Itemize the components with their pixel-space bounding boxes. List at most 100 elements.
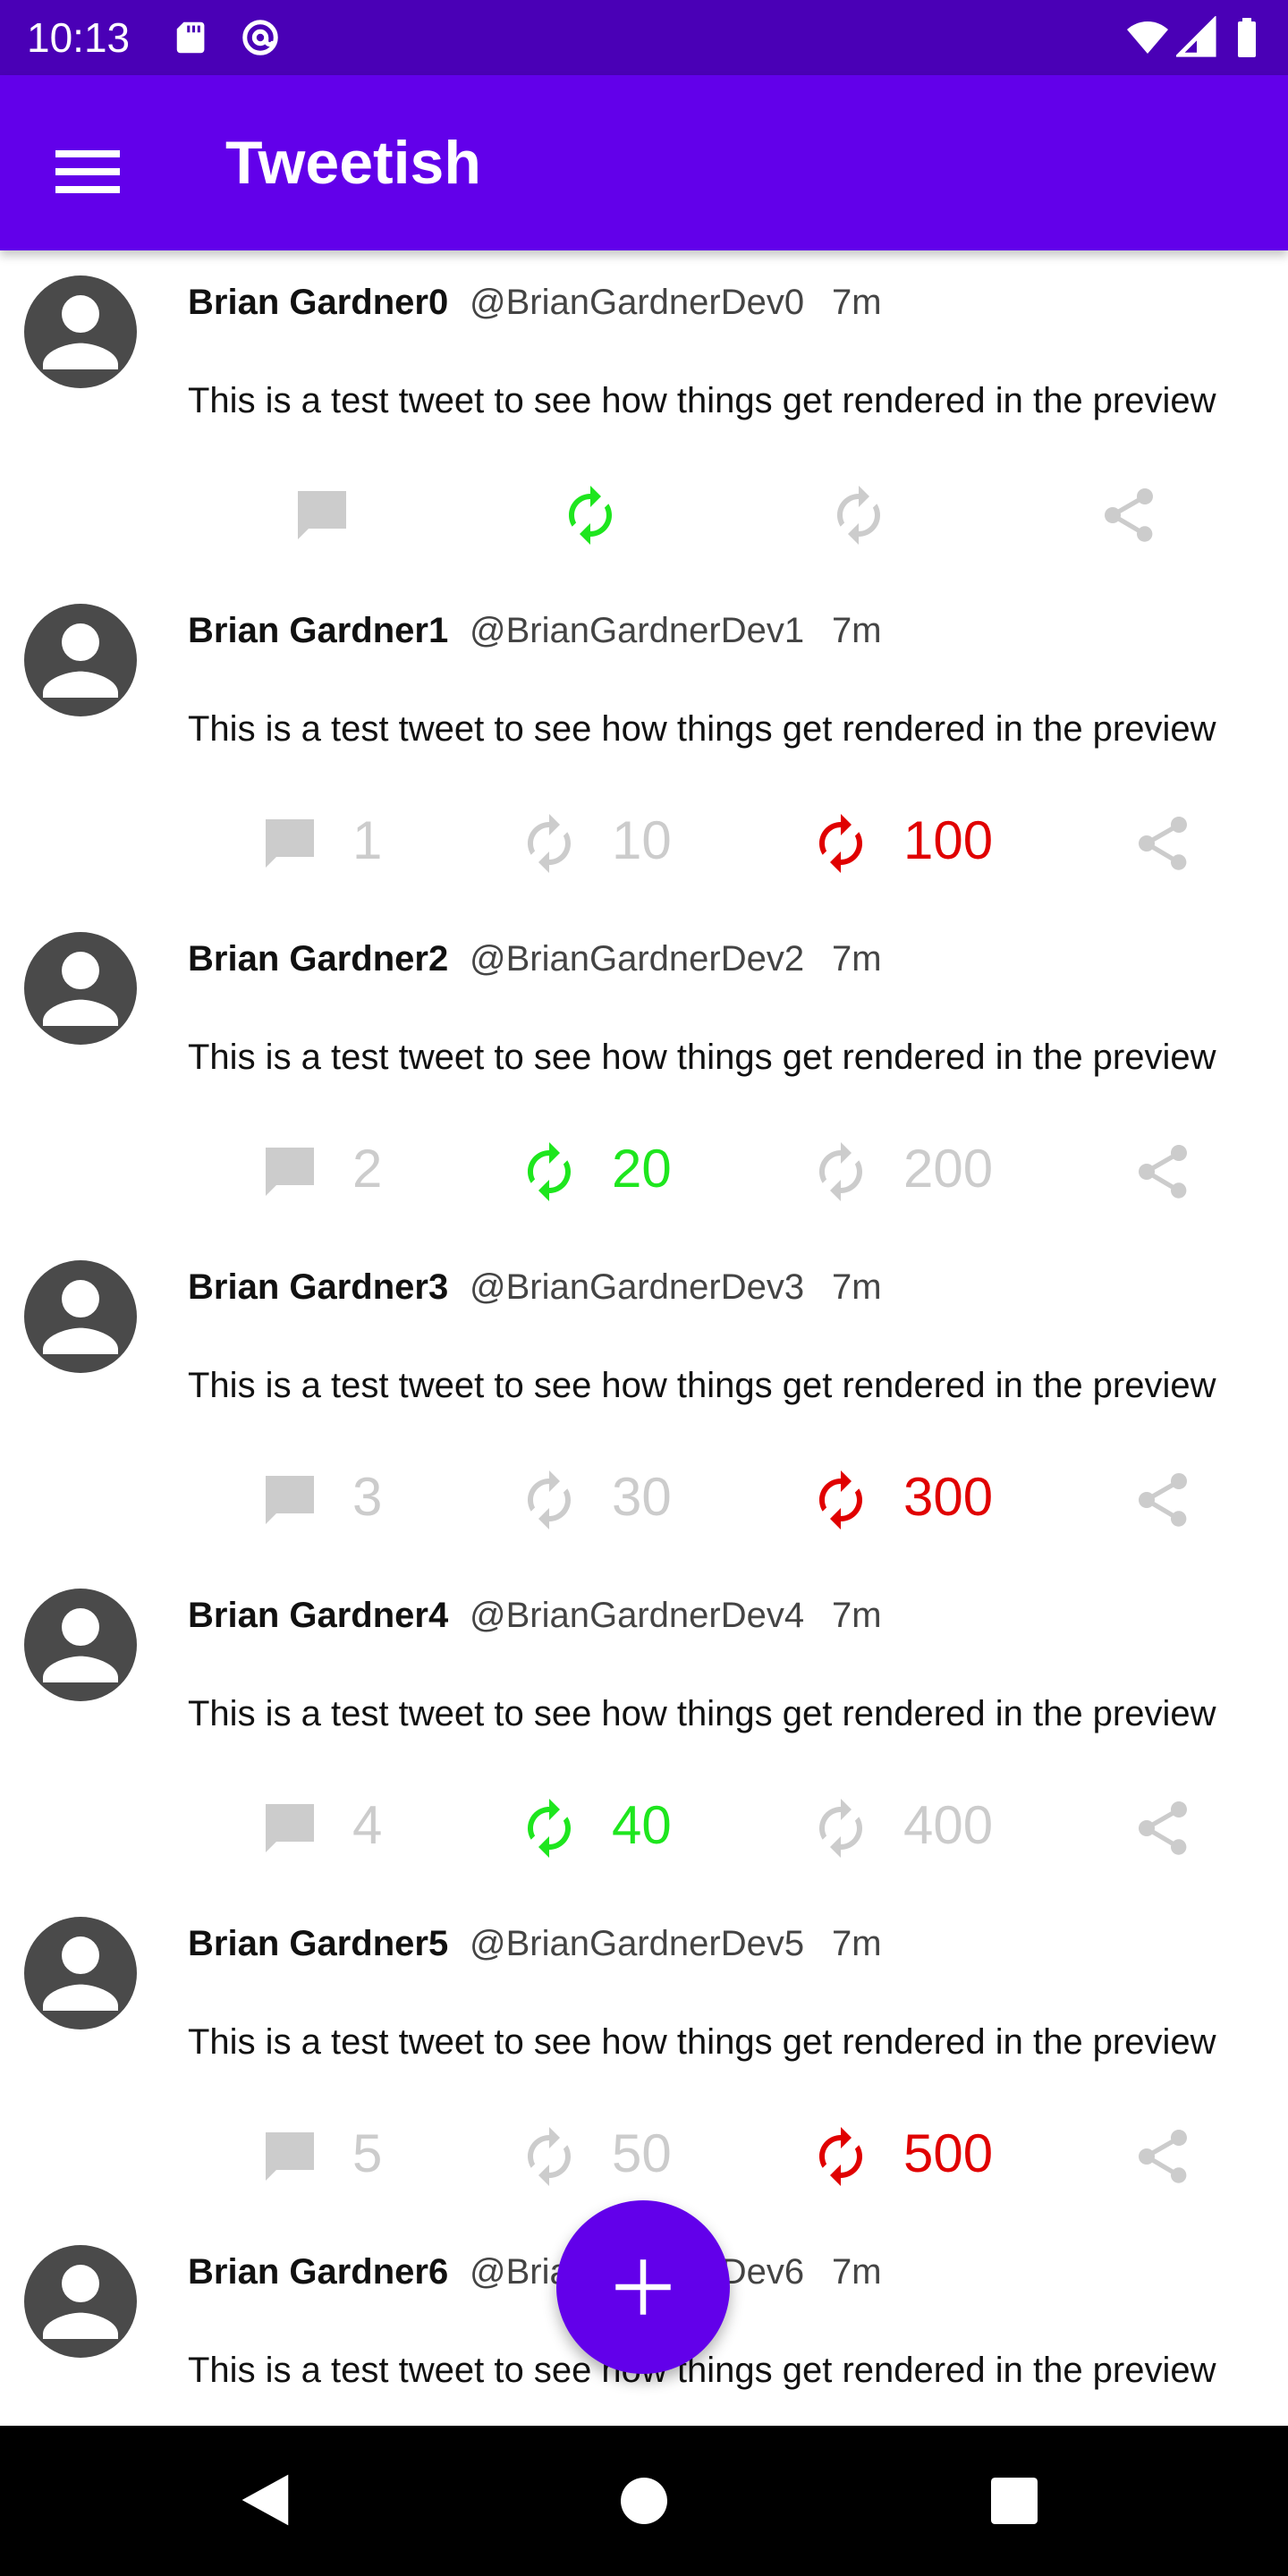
tweet-author-handle: @BrianGardnerDev4: [470, 1596, 805, 1635]
tweet-timestamp: 7m: [832, 283, 882, 322]
avatar[interactable]: [24, 1260, 137, 1373]
retweet-icon: [819, 814, 862, 873]
retweet-count: 50: [612, 2123, 672, 2183]
tweet-action-bar: 4 40 400: [0, 1778, 1288, 1868]
tweet-item[interactable]: Brian Gardner2 @BrianGardnerDev2 7m This is…: [0, 907, 1288, 1235]
compose-fab-button[interactable]: [556, 2200, 730, 2374]
retweet-icon: [528, 814, 571, 873]
tweet-timestamp: 7m: [832, 611, 882, 650]
comment-icon: [266, 1804, 314, 1852]
tweet-item[interactable]: Brian Gardner4 @BrianGardnerDev4 7m This is…: [0, 1563, 1288, 1892]
retweet-icon: [528, 1799, 571, 1858]
tweet-author-name: Brian Gardner6: [188, 2252, 449, 2292]
person-icon: [43, 952, 118, 1026]
retweet-icon: [528, 1470, 571, 1530]
tweet-feed[interactable]: Brian Gardner0 @BrianGardnerDev0 7m This is…: [0, 250, 1288, 2426]
reply-count: 4: [352, 1795, 383, 1855]
menu-icon[interactable]: [45, 129, 131, 215]
tweet-action-bar: [0, 465, 1288, 555]
comment-icon: [298, 491, 346, 539]
tweet-author-name: Brian Gardner0: [188, 283, 449, 322]
status-time: 10:13: [27, 14, 131, 61]
app-title: Tweetish: [225, 129, 481, 197]
avatar[interactable]: [24, 932, 137, 1045]
tweet-item[interactable]: Brian Gardner5 @BrianGardnerDev5 7m This is…: [0, 1892, 1288, 2220]
retweet-count: 20: [612, 1139, 672, 1199]
retweet-count: 10: [612, 810, 672, 870]
tweet-author-handle: @BrianGardnerDev5: [470, 1924, 805, 1963]
like-count: 400: [903, 1795, 994, 1855]
person-icon: [43, 295, 118, 369]
tweet-action-bar: 2 20 200: [0, 1122, 1288, 1211]
retweet-icon: [528, 1142, 571, 1201]
back-icon[interactable]: [240, 2472, 295, 2528]
person-icon: [43, 1280, 118, 1354]
tweet-author-handle: @BrianGardnerDev3: [470, 1267, 805, 1307]
share-icon: [1139, 1145, 1187, 1199]
tweet-author-handle: @BrianGardnerDev2: [470, 939, 805, 979]
like-count: 100: [903, 810, 994, 870]
like-count: 500: [903, 2123, 994, 2183]
tweet-text: This is a test tweet to see how things g…: [188, 381, 1216, 420]
home-icon[interactable]: [621, 2478, 667, 2524]
person-icon: [43, 1608, 118, 1682]
tweet-timestamp: 7m: [832, 1924, 882, 1963]
share-icon: [1139, 1473, 1187, 1527]
app-bar: Tweetish: [0, 75, 1288, 250]
comment-icon: [266, 819, 314, 868]
person-icon: [43, 623, 118, 698]
tweet-text: This is a test tweet to see how things g…: [188, 1366, 1216, 1405]
avatar[interactable]: [24, 1589, 137, 1701]
tweet-author-name: Brian Gardner4: [188, 1596, 449, 1635]
tweet-timestamp: 7m: [832, 2252, 882, 2292]
tweet-author-name: Brian Gardner2: [188, 939, 449, 979]
tweet-text: This is a test tweet to see how things g…: [188, 1694, 1216, 1733]
tweet-action-bar: 1 10 100: [0, 793, 1288, 883]
tweet-item[interactable]: Brian Gardner1 @BrianGardnerDev1 7m This is…: [0, 579, 1288, 907]
retweet-icon: [569, 486, 612, 545]
avatar[interactable]: [24, 1917, 137, 2029]
tweet-item[interactable]: Brian Gardner0 @BrianGardnerDev0 7m This is…: [0, 250, 1288, 579]
tweet-action-bar: 3 30 300: [0, 1450, 1288, 1539]
retweet-count: 30: [612, 1467, 672, 1527]
reply-count: 2: [352, 1139, 383, 1199]
avatar[interactable]: [24, 2245, 137, 2358]
retweet-icon: [528, 2127, 571, 2186]
retweet-count: 40: [612, 1795, 672, 1855]
retweet-icon: [819, 1799, 862, 1858]
comment-icon: [266, 1148, 314, 1196]
retweet-icon: [819, 1470, 862, 1530]
tweet-author-name: Brian Gardner5: [188, 1924, 449, 1963]
tweet-author-name: Brian Gardner3: [188, 1267, 449, 1307]
reply-count: 3: [352, 1467, 383, 1527]
tweet-item[interactable]: Brian Gardner3 @BrianGardnerDev3 7m This is…: [0, 1235, 1288, 1563]
tweet-author-handle: @BrianGardnerDev0: [470, 283, 805, 322]
retweet-icon: [819, 1142, 862, 1201]
reply-count: 1: [352, 810, 383, 870]
share-icon: [1139, 2130, 1187, 2183]
person-icon: [43, 1936, 118, 2011]
status-bar: 10:13: [0, 0, 1288, 75]
avatar[interactable]: [24, 604, 137, 716]
person-icon: [43, 2265, 118, 2339]
avatar[interactable]: [24, 275, 137, 388]
tweet-text: This is a test tweet to see how things g…: [188, 709, 1216, 749]
wifi-icon: [1127, 21, 1168, 54]
tweet-timestamp: 7m: [832, 939, 882, 979]
tweet-author-handle: @BrianGardnerDev1: [470, 611, 805, 650]
share-icon: [1139, 1801, 1187, 1855]
add-icon: [615, 2259, 671, 2315]
comment-icon: [266, 1476, 314, 1524]
like-count: 300: [903, 1467, 994, 1527]
share-icon: [1105, 488, 1153, 542]
tweet-action-bar: 5 50 500: [0, 2106, 1288, 2196]
tweet-text: This is a test tweet to see how things g…: [188, 1038, 1216, 1077]
battery-icon: [1238, 18, 1256, 57]
like-count: 200: [903, 1139, 994, 1199]
tweet-author-name: Brian Gardner1: [188, 611, 449, 650]
sd-card-icon: [176, 21, 205, 54]
reply-count: 5: [352, 2123, 383, 2183]
recents-icon[interactable]: [991, 2478, 1038, 2524]
retweet-icon: [819, 2127, 862, 2186]
comment-icon: [266, 2132, 314, 2181]
